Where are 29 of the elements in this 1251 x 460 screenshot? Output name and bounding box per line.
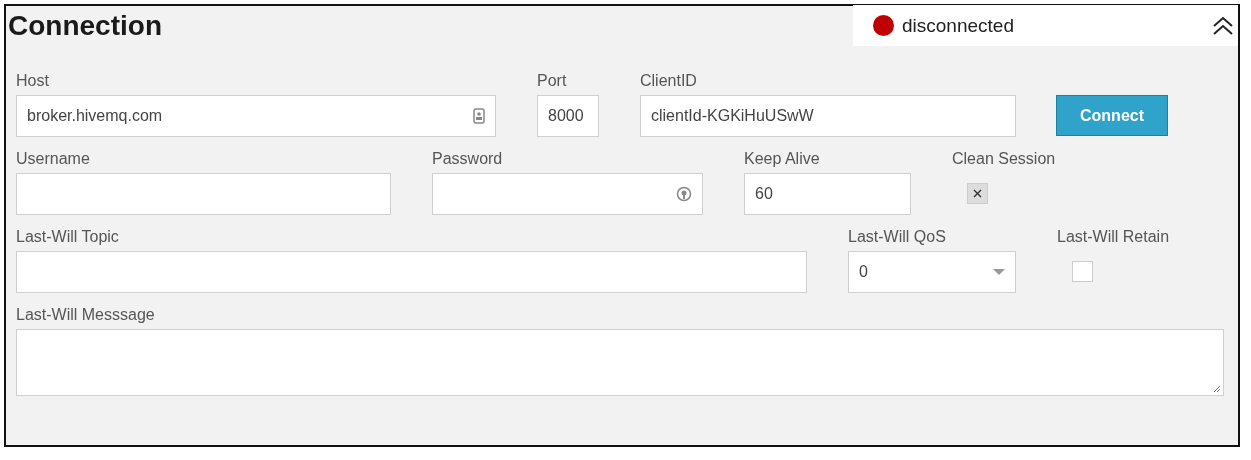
field-label: Last-Will Messsage [16,306,156,324]
field-label: Password [432,150,504,168]
input-field[interactable]: 8000 [537,95,599,137]
field-label: Clean Session [952,150,1057,168]
checkbox[interactable] [1072,261,1093,282]
input-field[interactable] [432,173,703,215]
contact-card-icon [473,108,485,124]
cross-mark-icon [973,189,982,198]
key-icon [676,186,692,202]
input-field[interactable]: 60 [744,173,911,215]
status-text: disconnected [902,14,1014,37]
panel-title: Connection [8,10,162,43]
input-field[interactable]: broker.hivemq.com [16,95,496,137]
field-label: Last-Will QoS [848,228,947,246]
field-label: Host [16,72,50,90]
field-label: Username [16,150,91,168]
dropdown-caret-icon [993,269,1005,275]
input-field[interactable] [16,173,391,215]
field-label: ClientID [640,72,698,90]
field-label: Last-Will Retain [1057,228,1171,246]
field-label: Last-Will Topic [16,228,120,246]
collapse-icon[interactable] [1212,15,1234,36]
input-field[interactable]: clientId-KGKiHuUSwW [640,95,1016,137]
field-label: Port [537,72,568,90]
field-label: Keep Alive [744,150,821,168]
qos-dropdown[interactable]: 0 [848,251,1016,293]
checkbox[interactable] [967,183,988,204]
input-field[interactable] [16,251,807,293]
resize-grip-icon[interactable] [1211,383,1221,393]
